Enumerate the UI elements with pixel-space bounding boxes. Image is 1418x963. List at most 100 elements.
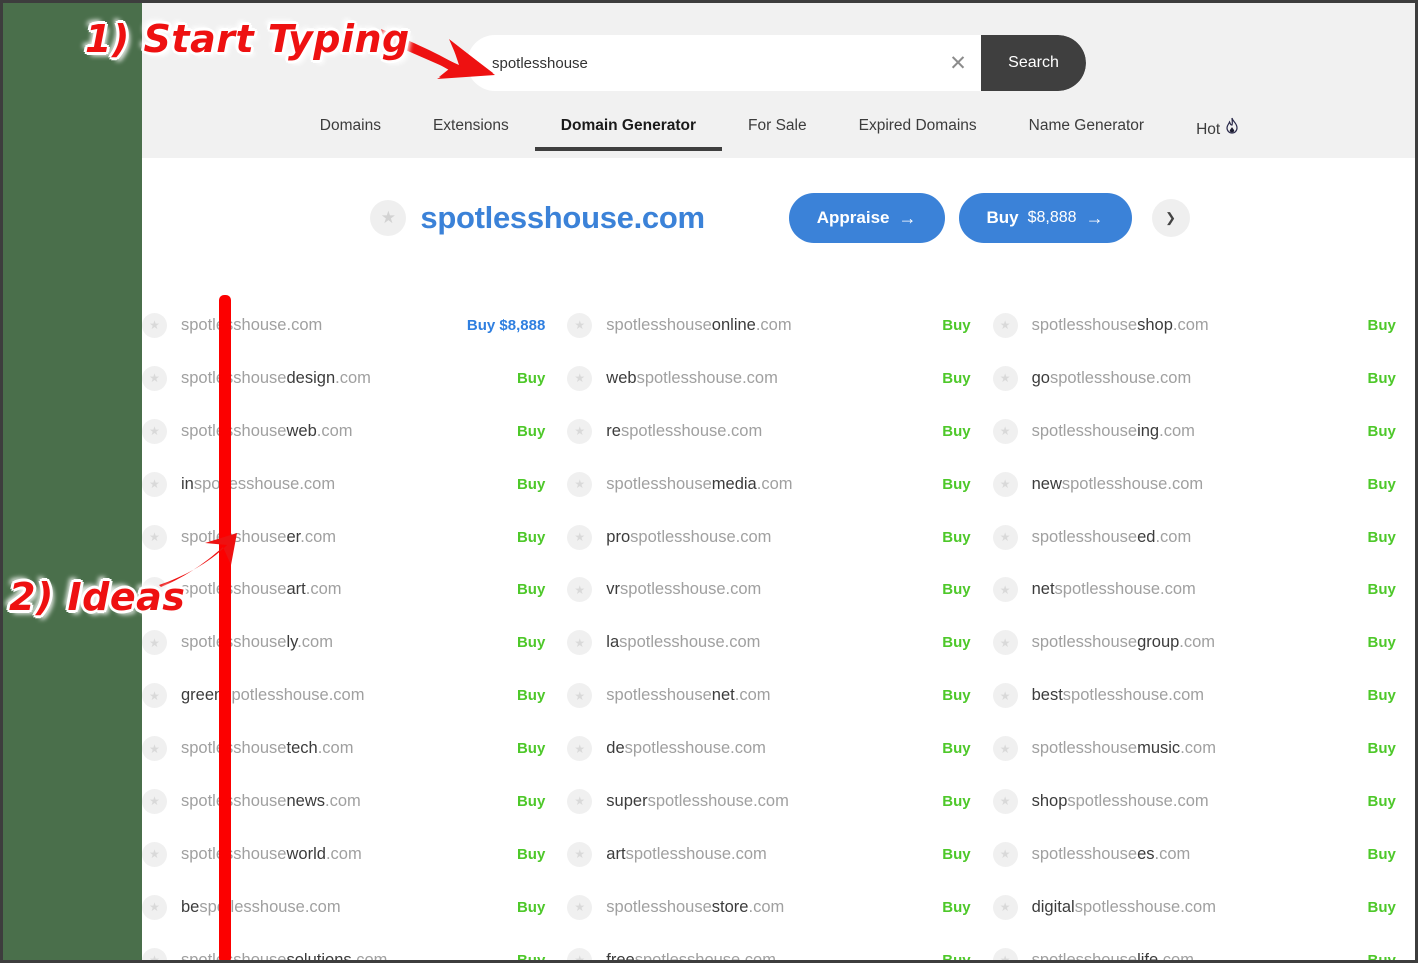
star-icon[interactable]: ★ <box>992 683 1018 709</box>
domain-suggestion-row[interactable]: ★ inspotlesshouse.com Buy <box>142 458 567 511</box>
buy-button[interactable]: Buy $8,888 → <box>958 193 1132 243</box>
buy-link[interactable]: Buy <box>942 793 970 810</box>
domain-name[interactable]: despotlesshouse.com <box>606 739 942 758</box>
buy-link[interactable]: Buy <box>1368 899 1396 916</box>
domain-name[interactable]: newspotlesshouse.com <box>1032 475 1368 494</box>
star-icon[interactable]: ★ <box>142 683 167 709</box>
domain-name[interactable]: greenspotlesshouse.com <box>181 686 517 705</box>
star-icon[interactable]: ★ <box>142 471 167 497</box>
close-icon[interactable]: ✕ <box>935 35 981 91</box>
buy-link[interactable]: Buy <box>942 952 970 960</box>
buy-link[interactable]: Buy <box>1368 634 1396 651</box>
star-icon[interactable]: ★ <box>142 630 167 656</box>
buy-link[interactable]: Buy <box>517 529 545 546</box>
domain-name[interactable]: spotlesshousenews.com <box>181 792 517 811</box>
star-icon[interactable]: ★ <box>567 577 593 603</box>
buy-link[interactable]: Buy <box>1368 793 1396 810</box>
star-icon[interactable]: ★ <box>142 418 167 444</box>
buy-link[interactable]: Buy <box>942 370 970 387</box>
buy-link[interactable]: Buy <box>942 581 970 598</box>
buy-link[interactable]: Buy <box>1368 370 1396 387</box>
star-icon[interactable]: ★ <box>567 365 593 391</box>
domain-suggestion-row[interactable]: ★ spotlesshouseart.com Buy <box>142 563 567 616</box>
domain-suggestion-row[interactable]: ★ laspotlesshouse.com Buy <box>567 616 992 669</box>
domain-suggestion-row[interactable]: ★ spotlesshouseonline.com Buy <box>567 299 992 352</box>
domain-suggestion-row[interactable]: ★ netspotlesshouse.com Buy <box>992 563 1415 616</box>
buy-link[interactable]: Buy <box>1368 687 1396 704</box>
star-icon[interactable]: ★ <box>142 894 167 920</box>
star-icon[interactable]: ★ <box>567 947 593 960</box>
domain-suggestion-row[interactable]: ★ spotlesshouseed.com Buy <box>992 511 1415 564</box>
buy-link[interactable]: Buy <box>517 476 545 493</box>
domain-name[interactable]: spotlesshouseart.com <box>181 580 517 599</box>
domain-suggestion-row[interactable]: ★ superspotlesshouse.com Buy <box>567 775 992 828</box>
domain-name[interactable]: artspotlesshouse.com <box>606 845 942 864</box>
buy-link[interactable]: Buy <box>942 634 970 651</box>
domain-suggestion-row[interactable]: ★ spotlesshouseweb.com Buy <box>142 405 567 458</box>
buy-link[interactable]: Buy <box>1368 740 1396 757</box>
domain-suggestion-row[interactable]: ★ webspotlesshouse.com Buy <box>567 352 992 405</box>
domain-name[interactable]: spotlesshouseer.com <box>181 528 517 547</box>
domain-suggestion-row[interactable]: ★ prospotlesshouse.com Buy <box>567 511 992 564</box>
domain-name[interactable]: spotlesshouseweb.com <box>181 422 517 441</box>
domain-suggestion-row[interactable]: ★ spotlesshousees.com Buy <box>992 828 1415 881</box>
domain-name[interactable]: spotlesshouseed.com <box>1032 528 1368 547</box>
star-icon[interactable]: ★ <box>567 683 593 709</box>
buy-link[interactable]: Buy <box>942 740 970 757</box>
tab-expired-domains[interactable]: Expired Domains <box>833 111 1003 151</box>
buy-link[interactable]: Buy <box>1368 529 1396 546</box>
star-icon[interactable]: ★ <box>370 200 407 236</box>
star-icon[interactable]: ★ <box>142 788 167 814</box>
buy-link[interactable]: Buy <box>1368 476 1396 493</box>
star-icon[interactable]: ★ <box>567 418 593 444</box>
star-icon[interactable]: ★ <box>142 841 167 867</box>
domain-suggestion-row[interactable]: ★ spotlesshouse.com Buy $8,888 <box>142 299 567 352</box>
appraise-button[interactable]: Appraise → <box>788 193 945 243</box>
star-icon[interactable]: ★ <box>992 312 1018 338</box>
domain-suggestion-row[interactable]: ★ bespotlesshouse.com Buy <box>142 881 567 934</box>
star-icon[interactable]: ★ <box>142 736 167 762</box>
tab-hot[interactable]: Hot <box>1170 111 1266 157</box>
star-icon[interactable]: ★ <box>567 630 593 656</box>
domain-suggestion-row[interactable]: ★ spotlesshousedesign.com Buy <box>142 352 567 405</box>
domain-name[interactable]: vrspotlesshouse.com <box>606 580 942 599</box>
buy-link[interactable]: Buy <box>942 317 970 334</box>
domain-suggestion-row[interactable]: ★ shopspotlesshouse.com Buy <box>992 775 1415 828</box>
buy-link[interactable]: Buy <box>517 634 545 651</box>
buy-link[interactable]: Buy <box>517 952 545 960</box>
star-icon[interactable]: ★ <box>992 524 1018 550</box>
star-icon[interactable]: ★ <box>567 524 593 550</box>
domain-suggestion-row[interactable]: ★ spotlesshousestore.com Buy <box>567 881 992 934</box>
star-icon[interactable]: ★ <box>567 312 593 338</box>
star-icon[interactable]: ★ <box>142 577 167 603</box>
buy-link[interactable]: Buy <box>517 423 545 440</box>
buy-link[interactable]: Buy <box>517 846 545 863</box>
domain-name[interactable]: spotlesshousemusic.com <box>1032 739 1368 758</box>
star-icon[interactable]: ★ <box>992 365 1018 391</box>
star-icon[interactable]: ★ <box>992 736 1018 762</box>
star-icon[interactable]: ★ <box>567 841 593 867</box>
star-icon[interactable]: ★ <box>992 577 1018 603</box>
domain-suggestion-row[interactable]: ★ vrspotlesshouse.com Buy <box>567 563 992 616</box>
tab-extensions[interactable]: Extensions <box>407 111 535 151</box>
star-icon[interactable]: ★ <box>142 524 167 550</box>
domain-name[interactable]: bespotlesshouse.com <box>181 898 517 917</box>
domain-name[interactable]: spotlesshousenet.com <box>606 686 942 705</box>
buy-link[interactable]: Buy <box>517 581 545 598</box>
buy-link[interactable]: Buy <box>942 899 970 916</box>
star-icon[interactable]: ★ <box>992 841 1018 867</box>
tab-name-generator[interactable]: Name Generator <box>1003 111 1170 151</box>
star-icon[interactable]: ★ <box>992 630 1018 656</box>
domain-name[interactable]: spotlesshousesolutions.com <box>181 951 517 960</box>
domain-suggestion-row[interactable]: ★ spotlesshousenet.com Buy <box>567 669 992 722</box>
chevron-down-icon[interactable]: ❯ <box>1151 199 1190 237</box>
buy-link[interactable]: Buy <box>517 793 545 810</box>
domain-suggestion-row[interactable]: ★ spotlesshouseshop.com Buy <box>992 299 1415 352</box>
search-input[interactable] <box>467 54 935 72</box>
domain-suggestion-row[interactable]: ★ respotlesshouse.com Buy <box>567 405 992 458</box>
star-icon[interactable]: ★ <box>992 788 1018 814</box>
tab-for-sale[interactable]: For Sale <box>722 111 833 151</box>
domain-suggestion-row[interactable]: ★ spotlesshouselife.com Buy <box>992 934 1415 960</box>
star-icon[interactable]: ★ <box>567 788 593 814</box>
domain-suggestion-row[interactable]: ★ spotlesshouseing.com Buy <box>992 405 1415 458</box>
